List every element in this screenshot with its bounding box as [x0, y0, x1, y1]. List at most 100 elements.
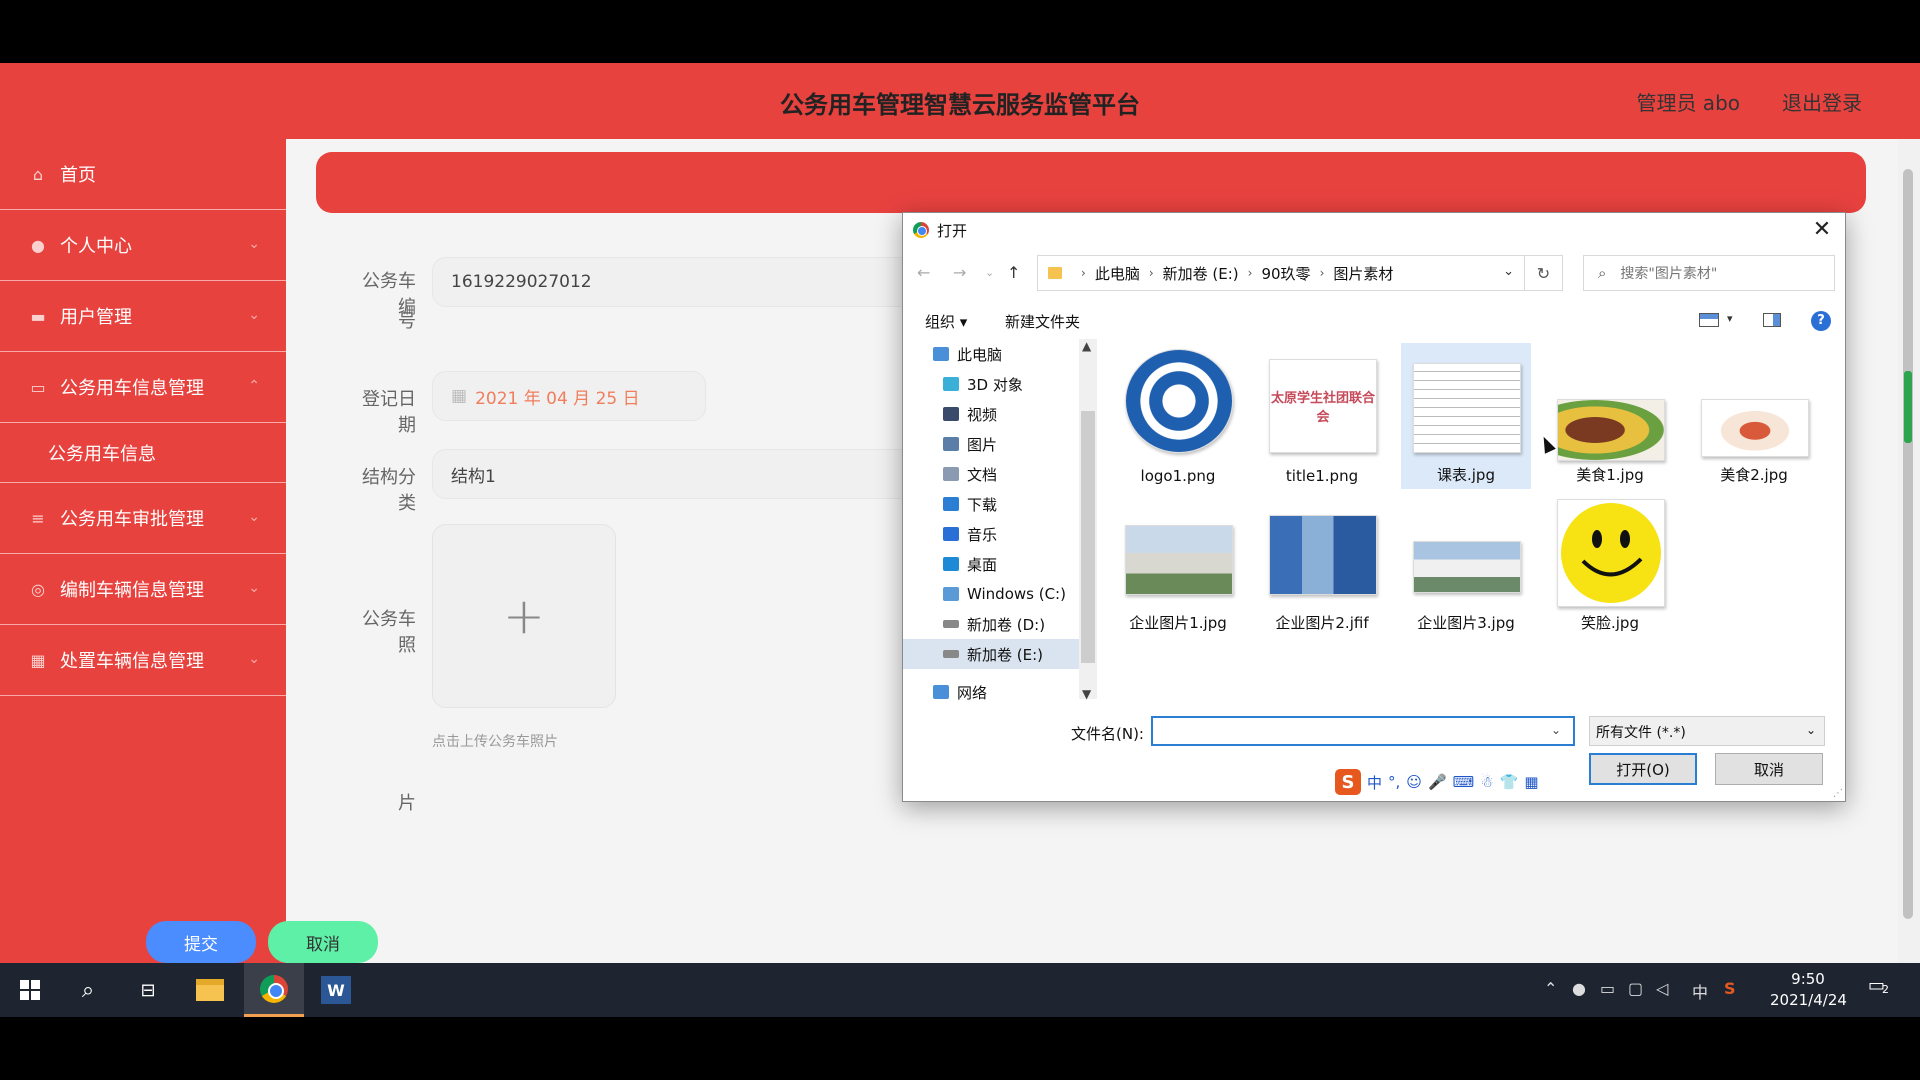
ime-user-icon[interactable]: ☃ [1480, 773, 1493, 791]
search-icon: ⌕ [1598, 264, 1607, 282]
sogou-tray-icon[interactable]: S [1724, 979, 1736, 998]
breadcrumb-item[interactable]: 此电脑 [1095, 263, 1140, 284]
help-icon[interactable]: ? [1811, 311, 1831, 331]
system-clock[interactable]: 9:50 2021/4/24 [1770, 969, 1847, 1011]
up-arrow-icon[interactable]: ↑ [1007, 263, 1020, 282]
file-item[interactable]: 企业图片3.jpg [1401, 491, 1531, 637]
cancel-button[interactable]: 取消 [268, 921, 378, 963]
sidebar-subitem-car-info[interactable]: 公务用车信息 [0, 423, 286, 483]
tree-item[interactable]: 图片 [903, 429, 1079, 459]
document-icon [943, 467, 959, 481]
file-item[interactable]: 企业图片2.jfif [1257, 491, 1387, 637]
breadcrumb-item[interactable]: 图片素材 [1333, 263, 1393, 284]
file-name: 美食1.jpg [1576, 466, 1644, 484]
ime-chinese-mode[interactable]: 中 [1367, 772, 1382, 793]
volume-icon[interactable]: ◁ [1656, 979, 1668, 998]
tree-item[interactable]: 新加卷 (D:) [903, 609, 1079, 639]
penguin-icon[interactable]: ● [1572, 979, 1586, 998]
chrome-taskbar-icon[interactable] [244, 963, 304, 1017]
ime-toolbox-icon[interactable]: ▦ [1524, 773, 1538, 791]
file-item[interactable]: 企业图片1.jpg [1113, 491, 1243, 637]
back-arrow-icon[interactable]: ← [917, 263, 930, 282]
tree-item[interactable]: 桌面 [903, 549, 1079, 579]
scrollbar-thumb[interactable] [1903, 169, 1913, 919]
ime-emoji-icon[interactable]: ☺ [1406, 773, 1422, 791]
tree-item[interactable]: Windows (C:) [903, 579, 1079, 609]
refresh-icon[interactable]: ↻ [1525, 255, 1563, 291]
network-icon[interactable]: ▢ [1628, 979, 1643, 998]
sidebar-item-car-approval[interactable]: ≡ 公务用车审批管理 ⌄ [0, 483, 286, 554]
tree-item[interactable]: 3D 对象 [903, 369, 1079, 399]
tree-item[interactable]: 此电脑 [903, 339, 1079, 369]
tree-item[interactable]: 视频 [903, 399, 1079, 429]
breadcrumb-item[interactable]: 90玖零 [1261, 263, 1310, 284]
breadcrumb-item[interactable]: 新加卷 (E:) [1163, 263, 1239, 284]
home-icon: ⌂ [32, 164, 44, 184]
new-folder-button[interactable]: 新建文件夹 [1005, 311, 1080, 332]
sogou-ime-toolbar[interactable]: S 中 °, ☺ 🎤 ⌨ ☃ 👕 ▦ [1335, 769, 1539, 795]
submit-button[interactable]: 提交 [146, 921, 256, 963]
tree-item-selected[interactable]: 新加卷 (E:) [903, 639, 1079, 669]
chevron-up-icon: ⌃ [248, 378, 260, 394]
file-item[interactable]: 笑脸.jpg [1545, 491, 1675, 637]
forward-arrow-icon[interactable]: → [953, 263, 966, 282]
start-button[interactable] [0, 963, 60, 1017]
close-icon[interactable]: ✕ [1809, 217, 1835, 242]
dialog-title: 打开 [937, 221, 968, 240]
chevron-down-icon[interactable]: ⌄ [1503, 264, 1514, 279]
tree-item[interactable]: 网络 [903, 677, 1079, 707]
organize-menu[interactable]: 组织 ▾ [925, 311, 967, 332]
tree-scrollbar-thumb[interactable] [1081, 411, 1095, 663]
tree-item[interactable]: 音乐 [903, 519, 1079, 549]
chevron-down-icon[interactable]: ▾ [1727, 312, 1733, 325]
scroll-down-icon[interactable]: ▼ [1082, 687, 1091, 701]
battery-icon[interactable]: ▭ [1600, 979, 1615, 998]
file-item[interactable]: logo1.png [1113, 343, 1243, 489]
file-item[interactable]: 太原学生社团联合会 title1.png [1257, 343, 1387, 489]
word-taskbar-icon[interactable]: W [306, 963, 366, 1017]
filename-input[interactable] [1151, 716, 1575, 746]
address-bar[interactable]: › 此电脑 › 新加卷 (E:) › 90玖零 › 图片素材 ⌄ [1037, 255, 1525, 291]
file-item[interactable]: 美食2.jpg [1689, 343, 1819, 489]
sidebar-item-profile[interactable]: ● 个人中心 ⌄ [0, 210, 286, 281]
filetype-select[interactable]: 所有文件 (*.*) ⌄ [1589, 716, 1825, 746]
chevron-down-icon[interactable]: ⌄ [1551, 723, 1561, 737]
page-scrollbar[interactable] [1898, 139, 1920, 963]
resize-grip-icon[interactable]: ⋰ [1833, 788, 1843, 799]
sidebar-item-staffed-vehicles[interactable]: ◎ 编制车辆信息管理 ⌄ [0, 554, 286, 625]
ime-punctuation-icon[interactable]: °, [1388, 773, 1400, 791]
search-placeholder: 搜索"图片素材" [1620, 266, 1718, 282]
register-date-field[interactable]: ▦ 2021 年 04 月 25 日 [432, 371, 706, 421]
dialog-cancel-button[interactable]: 取消 [1715, 753, 1823, 785]
preview-pane-icon[interactable] [1763, 313, 1781, 327]
task-view-icon[interactable]: ⊟ [118, 963, 178, 1017]
sidebar-item-label: 首页 [60, 165, 96, 186]
tree-item-label: Windows (C:) [967, 585, 1066, 603]
sidebar-item-home[interactable]: ⌂ 首页 [0, 139, 286, 210]
tree-scrollbar[interactable]: ▲ ▼ [1079, 339, 1097, 701]
tree-item[interactable]: 下载 [903, 489, 1079, 519]
sidebar-item-disposal-vehicles[interactable]: ▦ 处置车辆信息管理 ⌄ [0, 625, 286, 696]
sidebar-item-car-info-management[interactable]: ▭ 公务用车信息管理 ⌃ [0, 352, 286, 423]
search-icon[interactable]: ⌕ [58, 963, 118, 1017]
logout-link[interactable]: 退出登录 [1782, 87, 1862, 116]
search-input[interactable]: ⌕ 搜索"图片素材" [1583, 255, 1835, 291]
file-item-selected[interactable]: 课表.jpg [1401, 343, 1531, 489]
view-mode-icon[interactable] [1699, 313, 1719, 327]
recent-dropdown-icon[interactable]: ⌄ [985, 266, 994, 279]
chevron-up-icon[interactable]: ⌃ [1544, 979, 1557, 998]
file-explorer-icon[interactable] [180, 963, 240, 1017]
file-item[interactable]: 美食1.jpg [1545, 343, 1675, 489]
ime-language-indicator[interactable]: 中 [1692, 979, 1708, 1003]
ime-microphone-icon[interactable]: 🎤 [1428, 773, 1447, 791]
tree-item[interactable]: 文档 [903, 459, 1079, 489]
scroll-up-icon[interactable]: ▲ [1082, 339, 1091, 353]
open-button[interactable]: 打开(O) [1589, 753, 1697, 785]
notification-icon[interactable]: ▭ 2 [1868, 975, 1889, 996]
ime-keyboard-icon[interactable]: ⌨ [1453, 773, 1475, 791]
clock-time: 9:50 [1791, 970, 1825, 988]
address-row: ← → ⌄ ↑ › 此电脑 › 新加卷 (E:) › 90玖零 › 图片素材 ⌄… [903, 253, 1845, 293]
sidebar-item-users[interactable]: ▬ 用户管理 ⌄ [0, 281, 286, 352]
photo-upload-box[interactable]: + [432, 524, 616, 708]
ime-skin-icon[interactable]: 👕 [1500, 773, 1519, 791]
